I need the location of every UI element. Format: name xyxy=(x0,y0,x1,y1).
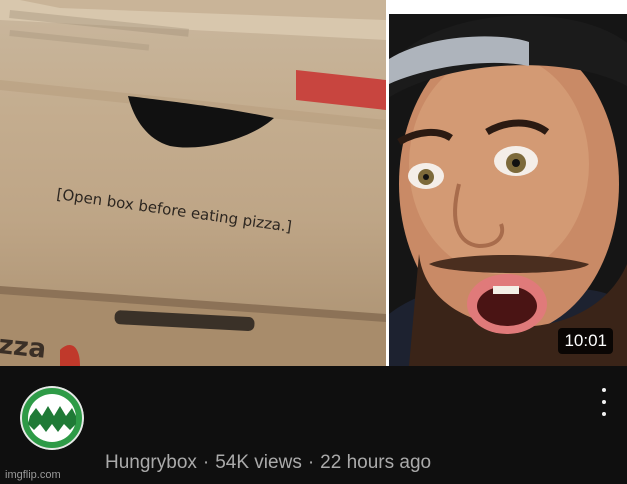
more-vert-icon[interactable] xyxy=(594,388,614,416)
channel-name-link[interactable]: Hungrybox xyxy=(105,452,197,473)
kebab-dot xyxy=(602,400,606,404)
meta-separator: · xyxy=(202,452,210,473)
pizza-box-photo: [Open box before eating pizza.] zza xyxy=(0,0,386,366)
video-metadata: Hungrybox · 54K views · 22 hours ago xyxy=(105,452,431,474)
imgflip-watermark: imgflip.com xyxy=(5,469,61,481)
pizza-box-illustration xyxy=(0,0,386,366)
view-count: 54K views xyxy=(215,452,302,473)
reaction-face-illustration xyxy=(389,14,627,366)
video-duration-badge: 10:01 xyxy=(558,328,613,354)
video-card[interactable]: [Open box before eating pizza.] zza 10:0… xyxy=(0,0,627,484)
channel-avatar-icon xyxy=(20,386,84,450)
channel-avatar[interactable] xyxy=(20,386,84,450)
video-thumbnail[interactable]: [Open box before eating pizza.] zza 10:0… xyxy=(0,0,627,366)
upload-age: 22 hours ago xyxy=(320,452,432,473)
meta-separator: · xyxy=(307,452,315,473)
kebab-dot xyxy=(602,388,606,392)
box-bottom-text: zza xyxy=(0,330,48,365)
kebab-dot xyxy=(602,412,606,416)
reaction-face-photo: 10:01 xyxy=(389,14,627,366)
